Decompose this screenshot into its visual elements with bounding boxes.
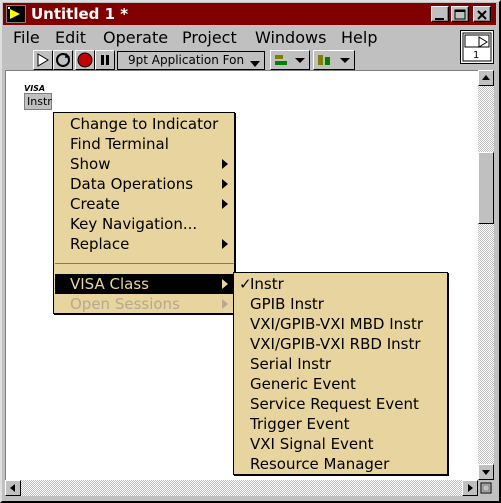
menu-item-label: Resource Manager bbox=[250, 455, 390, 473]
menu-operate[interactable]: Operate bbox=[101, 27, 170, 49]
run-button[interactable] bbox=[33, 50, 53, 70]
menu-file[interactable]: File bbox=[11, 27, 42, 49]
menu-item-change-to-indicator[interactable]: Change to Indicator bbox=[55, 114, 234, 134]
menu-operate-label: Operate bbox=[103, 28, 169, 47]
menu-edit-label: Edit bbox=[55, 28, 86, 47]
visa-class-submenu: ✓ Instr GPIB Instr VXI/GPIB-VXI MBD Inst… bbox=[233, 272, 448, 475]
minimize-button[interactable] bbox=[431, 6, 449, 22]
run-continuously-button[interactable] bbox=[53, 50, 73, 70]
menu-help[interactable]: Help bbox=[339, 27, 379, 49]
menu-file-label: File bbox=[13, 28, 40, 47]
visa-class-item-vxi-signal-event[interactable]: VXI Signal Event bbox=[235, 434, 447, 454]
menu-item-find-terminal[interactable]: Find Terminal bbox=[55, 134, 234, 154]
submenu-arrow-icon bbox=[222, 279, 228, 289]
menu-item-label: GPIB Instr bbox=[250, 295, 324, 313]
menu-item-label: VXI/GPIB-VXI RBD Instr bbox=[250, 335, 421, 353]
menu-item-label: Open Sessions bbox=[70, 295, 180, 313]
menu-item-label: Find Terminal bbox=[70, 135, 169, 153]
menu-item-replace[interactable]: Replace bbox=[55, 234, 234, 254]
menu-item-show[interactable]: Show bbox=[55, 154, 234, 174]
vertical-scroll-thumb[interactable] bbox=[478, 152, 494, 224]
window-title: Untitled 1 * bbox=[31, 5, 129, 23]
menu-item-label: Data Operations bbox=[70, 175, 194, 193]
maximize-button[interactable] bbox=[451, 6, 469, 22]
vi-icon-number: 1 bbox=[473, 50, 480, 61]
menu-item-label: Change to Indicator bbox=[70, 115, 219, 133]
vi-icon-pane[interactable]: 1 bbox=[460, 30, 494, 64]
submenu-arrow-icon bbox=[222, 179, 228, 189]
vertical-scrollbar[interactable] bbox=[478, 70, 494, 480]
font-selector[interactable]: 9pt Application Fon bbox=[117, 51, 265, 70]
labview-vi-icon[interactable] bbox=[6, 5, 26, 23]
abort-button[interactable] bbox=[75, 50, 95, 70]
close-button[interactable] bbox=[473, 6, 491, 22]
menu-project[interactable]: Project bbox=[180, 27, 239, 49]
size-grip[interactable] bbox=[478, 480, 494, 496]
menu-windows[interactable]: Windows bbox=[253, 27, 328, 49]
menu-item-label: Key Navigation... bbox=[70, 215, 198, 233]
scroll-up-button[interactable] bbox=[478, 70, 494, 86]
font-selector-label: 9pt Application Fon bbox=[128, 53, 245, 67]
menu-help-label: Help bbox=[341, 28, 378, 47]
menu-item-label: Trigger Event bbox=[250, 415, 350, 433]
menu-bar: File Edit Operate Project Windows Help bbox=[3, 27, 458, 49]
context-menu: Change to Indicator Find Terminal Show D… bbox=[53, 112, 235, 314]
menu-item-label: Create bbox=[70, 195, 120, 213]
menu-item-label: VISA Class bbox=[70, 275, 149, 293]
submenu-arrow-icon bbox=[222, 299, 228, 309]
menu-item-label: Show bbox=[70, 155, 111, 173]
horizontal-scrollbar[interactable] bbox=[5, 480, 478, 496]
align-objects-button[interactable] bbox=[270, 50, 310, 70]
menu-item-data-operations[interactable]: Data Operations bbox=[55, 174, 234, 194]
pause-button[interactable] bbox=[95, 50, 115, 70]
menu-item-visa-class[interactable]: VISA Class bbox=[55, 274, 234, 294]
checkmark-icon: ✓ bbox=[239, 275, 252, 293]
menu-item-label: Service Request Event bbox=[250, 395, 419, 413]
submenu-arrow-icon bbox=[222, 199, 228, 209]
menu-item-label: Replace bbox=[70, 235, 130, 253]
scroll-left-button[interactable] bbox=[5, 480, 21, 496]
menu-windows-label: Windows bbox=[255, 28, 327, 47]
visa-class-item-trigger-event[interactable]: Trigger Event bbox=[235, 414, 447, 434]
visa-resource-control[interactable]: Instr bbox=[24, 93, 52, 110]
scroll-down-button[interactable] bbox=[478, 464, 494, 480]
menu-item-create[interactable]: Create bbox=[55, 194, 234, 214]
menu-item-label: Generic Event bbox=[250, 375, 356, 393]
visa-class-item-generic-event[interactable]: Generic Event bbox=[235, 374, 447, 394]
menu-edit[interactable]: Edit bbox=[53, 27, 88, 49]
visa-class-item-resource-manager[interactable]: Resource Manager bbox=[235, 454, 447, 474]
menu-item-label: VXI/GPIB-VXI MBD Instr bbox=[250, 315, 424, 333]
visa-class-item-serial-instr[interactable]: Serial Instr bbox=[235, 354, 447, 374]
submenu-arrow-icon bbox=[222, 159, 228, 169]
title-bar[interactable]: Untitled 1 * bbox=[3, 3, 496, 25]
scroll-right-button[interactable] bbox=[462, 480, 478, 496]
visa-class-item-vxi-rbd-instr[interactable]: VXI/GPIB-VXI RBD Instr bbox=[235, 334, 447, 354]
visa-class-item-service-request-event[interactable]: Service Request Event bbox=[235, 394, 447, 414]
menu-item-label: VXI Signal Event bbox=[250, 435, 374, 453]
menu-item-key-navigation[interactable]: Key Navigation... bbox=[55, 214, 234, 234]
menu-item-label: Instr bbox=[250, 275, 284, 293]
menu-project-label: Project bbox=[182, 28, 237, 47]
menu-item-open-sessions: Open Sessions bbox=[55, 294, 234, 314]
menu-item-label: Serial Instr bbox=[250, 355, 332, 373]
visa-class-item-instr[interactable]: ✓ Instr bbox=[235, 274, 447, 294]
visa-class-item-gpib-instr[interactable]: GPIB Instr bbox=[235, 294, 447, 314]
visa-tag-label: VISA bbox=[24, 84, 46, 93]
distribute-objects-button[interactable] bbox=[313, 50, 355, 70]
menu-separator bbox=[55, 263, 234, 264]
visa-class-item-vxi-mbd-instr[interactable]: VXI/GPIB-VXI MBD Instr bbox=[235, 314, 447, 334]
submenu-arrow-icon bbox=[222, 239, 228, 249]
